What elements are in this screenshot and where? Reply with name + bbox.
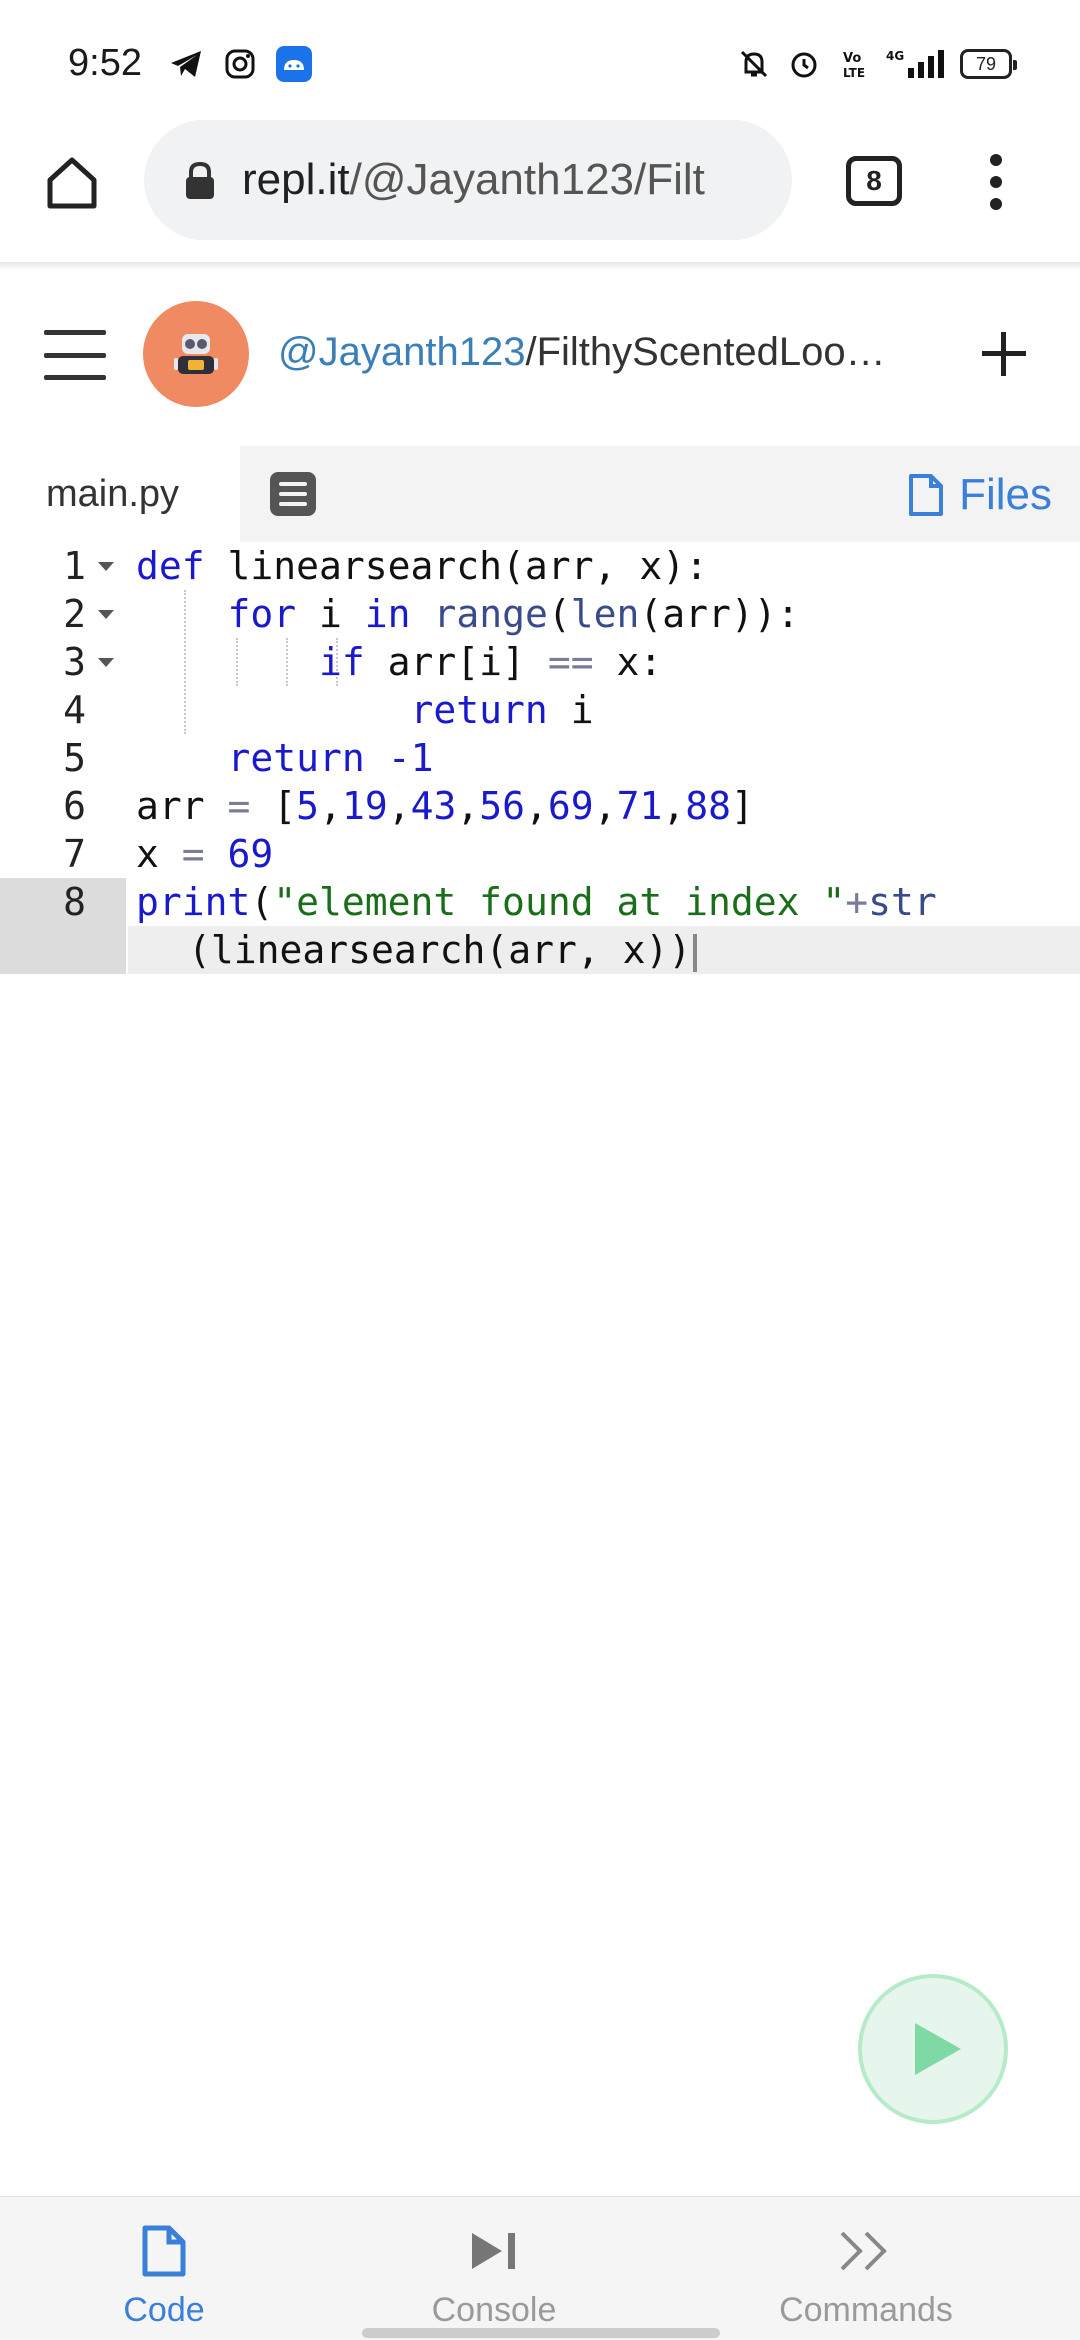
files-button[interactable]: Files: [907, 468, 1052, 522]
gesture-home-indicator[interactable]: [362, 2328, 720, 2338]
code-line: 5 return -1: [0, 734, 1080, 782]
run-button[interactable]: [858, 1974, 1008, 2124]
code-line: 8 print("element found at index "+str: [0, 878, 1080, 926]
console-play-icon: [466, 2223, 522, 2279]
file-icon: [909, 474, 944, 516]
nav-commands-label: Commands: [779, 2291, 953, 2329]
nav-code-label: Code: [123, 2291, 205, 2329]
status-icons-right: Vo LTE 4G 79: [736, 46, 1017, 82]
status-icons-left: [168, 46, 312, 82]
code-text: arr = [5,19,43,56,69,71,88]: [136, 784, 754, 828]
double-chevron-icon: [838, 2223, 894, 2279]
code-line: 2 for i in range(len(arr)):: [0, 590, 1080, 638]
home-button[interactable]: [36, 146, 108, 218]
code-text: for i in range(len(arr)):: [227, 592, 800, 636]
line-number: 4: [63, 688, 86, 732]
code-text: (linearsearch(arr, x)): [188, 926, 698, 974]
nav-console[interactable]: Console: [404, 2197, 584, 2340]
code-line: 4 return i: [0, 686, 1080, 734]
alarm-icon: [786, 46, 822, 82]
file-code-icon: [136, 2223, 192, 2279]
repl-name: FilthyScentedLoo…: [536, 330, 886, 374]
code-text: if arr[i] == x:: [319, 640, 663, 684]
tab-main-py[interactable]: main.py: [0, 446, 240, 542]
battery-indicator: 79: [960, 49, 1017, 79]
repl-owner-link[interactable]: @Jayanth123: [278, 330, 525, 374]
code-text: print("element found at index "+str: [136, 880, 937, 924]
line-number: 7: [63, 832, 86, 876]
home-icon: [47, 157, 97, 209]
editor-tab-row: main.py Files: [0, 446, 1080, 542]
line-number: 6: [63, 784, 86, 828]
user-avatar[interactable]: [143, 301, 249, 407]
line-number: 3: [63, 640, 86, 684]
files-label: Files: [959, 470, 1052, 519]
line-number: 5: [63, 736, 86, 780]
svg-text:4G: 4G: [886, 49, 904, 63]
telegram-icon: [168, 46, 204, 82]
code-line: 3 if arr[i] == x:: [0, 638, 1080, 686]
hamburger-menu-button[interactable]: [44, 330, 106, 380]
code-text: return i: [410, 688, 594, 732]
status-time: 9:52: [68, 42, 142, 84]
code-text: return -1: [227, 736, 434, 780]
code-line-wrapped: (linearsearch(arr, x)): [0, 926, 1080, 974]
fold-toggle-icon[interactable]: [98, 658, 114, 667]
line-number: 2: [63, 592, 86, 636]
line-number: 1: [63, 544, 86, 588]
url-text: repl.it/@Jayanth123/Filt: [242, 155, 705, 205]
line-number: 8: [63, 880, 86, 924]
text-cursor: [693, 933, 698, 972]
svg-text:LTE: LTE: [843, 66, 865, 80]
notifications-off-icon: [736, 46, 772, 82]
more-options-button[interactable]: [976, 150, 1016, 214]
repl-header: @Jayanth123/FilthyScentedLoo…: [0, 270, 1080, 446]
robot-avatar-icon: [174, 334, 218, 374]
tab-switcher-button[interactable]: 8: [846, 156, 902, 206]
fold-toggle-icon[interactable]: [98, 610, 114, 619]
fold-toggle-icon[interactable]: [98, 562, 114, 571]
nav-console-label: Console: [431, 2291, 557, 2329]
nav-commands[interactable]: Commands: [766, 2197, 966, 2340]
code-line: 7 x = 69: [0, 830, 1080, 878]
nav-code[interactable]: Code: [104, 2197, 224, 2340]
bottom-navigation: Code Console Commands: [0, 2196, 1080, 2340]
lock-icon: [180, 160, 220, 200]
volte-icon: Vo LTE: [836, 46, 872, 82]
instagram-icon: [222, 46, 258, 82]
code-line: 6 arr = [5,19,43,56,69,71,88]: [0, 782, 1080, 830]
4g-signal-icon: 4G: [886, 46, 946, 82]
code-editor[interactable]: 1 def linearsearch(arr, x): 2 for i in r…: [0, 542, 1080, 974]
url-path: /@Jayanth123/Filt: [349, 155, 705, 204]
repl-separator: /: [525, 330, 537, 374]
code-line: 1 def linearsearch(arr, x):: [0, 542, 1080, 590]
new-repl-button[interactable]: [980, 330, 1028, 378]
toolbar-shadow: [0, 262, 1080, 270]
url-host: repl.it: [242, 155, 350, 204]
status-bar: 9:52 Vo LTE 4G 79: [0, 0, 1080, 120]
console-icon[interactable]: [270, 472, 316, 516]
address-bar[interactable]: repl.it/@Jayanth123/Filt: [144, 120, 792, 240]
code-text: def linearsearch(arr, x):: [136, 544, 708, 588]
browser-toolbar: repl.it/@Jayanth123/Filt 8: [0, 120, 1080, 262]
svg-text:Vo: Vo: [843, 51, 861, 66]
repl-title[interactable]: @Jayanth123/FilthyScentedLoo…: [278, 330, 918, 375]
play-icon: [915, 2023, 961, 2075]
code-text: x = 69: [136, 832, 274, 876]
android-app-icon: [276, 46, 312, 82]
